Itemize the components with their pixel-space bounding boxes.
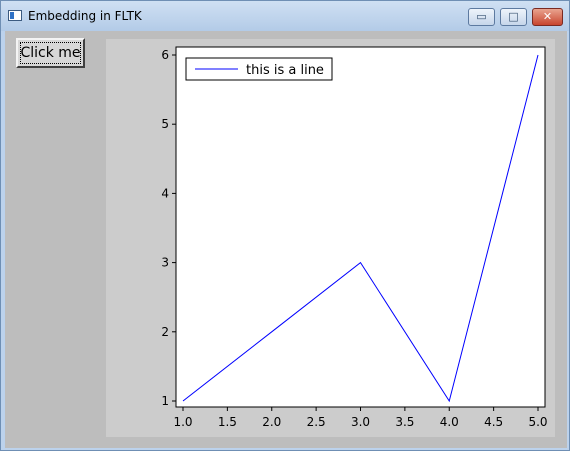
- x-tick-label: 4.5: [484, 415, 503, 429]
- y-tick-label: 3: [161, 256, 169, 270]
- y-tick-label: 6: [161, 48, 169, 62]
- y-tick-label: 2: [161, 325, 169, 339]
- close-button[interactable]: ✕: [532, 8, 563, 26]
- window-icon: [8, 10, 22, 21]
- title-bar[interactable]: Embedding in FLTK ▭ □ ✕: [1, 1, 569, 31]
- y-tick-label: 4: [161, 186, 169, 200]
- line-chart: 1 2 3 4 5 6 1.0 1.5 2.0 2.5 3.0 3.5 4.0 4.5 5.0 this …: [161, 46, 548, 429]
- x-tick-label: 5.0: [528, 415, 547, 429]
- x-tick-label: 1.0: [173, 415, 192, 429]
- y-tick-label: 1: [161, 394, 169, 408]
- legend-label: this is a line: [246, 63, 324, 78]
- client-area: Click me 1 2 3 4 5 6 1.0 1.5 2.0 2.5 3.0 3.5 4.0 4.5…: [5, 31, 567, 448]
- x-tick-label: 2.0: [262, 415, 281, 429]
- y-tick-label: 5: [161, 117, 169, 131]
- window-title: Embedding in FLTK: [28, 9, 142, 23]
- legend: this is a line: [185, 57, 333, 81]
- y-axis: 1 2 3 4 5 6: [161, 48, 176, 408]
- app-window: Embedding in FLTK ▭ □ ✕ Click me 1 2 3 4 5 6 …: [0, 0, 570, 451]
- minimize-button[interactable]: ▭: [468, 8, 495, 26]
- x-tick-label: 4.0: [440, 415, 459, 429]
- x-tick-label: 2.5: [307, 415, 326, 429]
- x-tick-label: 3.0: [351, 415, 370, 429]
- x-axis: 1.0 1.5 2.0 2.5 3.0 3.5 4.0 4.5 5.0: [173, 407, 548, 429]
- x-tick-label: 1.5: [218, 415, 237, 429]
- plot-panel: 1 2 3 4 5 6 1.0 1.5 2.0 2.5 3.0 3.5 4.0 4.5 5.0 this …: [106, 39, 555, 437]
- click-me-button[interactable]: Click me: [16, 38, 85, 68]
- plot-area: [175, 46, 546, 408]
- maximize-button[interactable]: □: [500, 8, 527, 26]
- x-tick-label: 3.5: [395, 415, 414, 429]
